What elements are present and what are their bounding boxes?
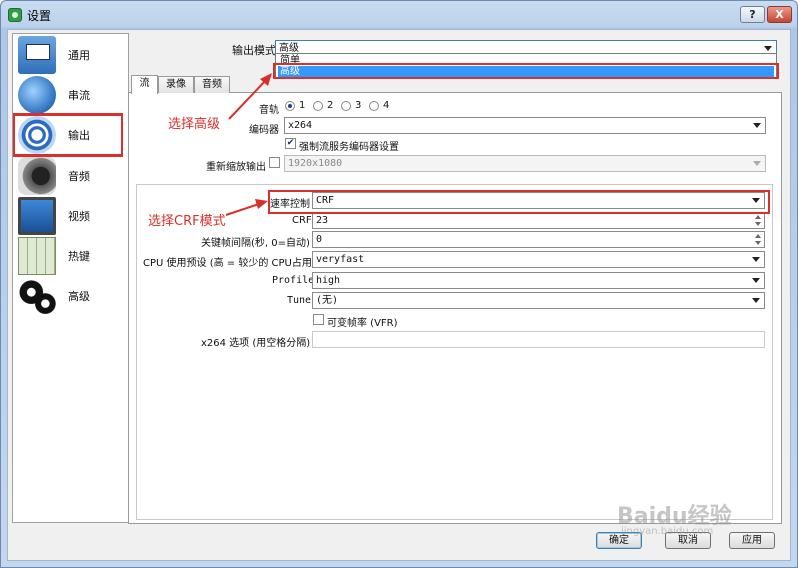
sidebar-item-output[interactable]: 输出 xyxy=(13,114,123,156)
rescale-resolution-value: 1920x1080 xyxy=(288,158,343,169)
enforce-encoder-checkbox[interactable]: ✔ xyxy=(285,138,296,149)
x264-options-input[interactable] xyxy=(312,331,765,348)
audio-track-radio-label: 3 xyxy=(355,100,362,111)
chevron-down-icon xyxy=(764,46,772,51)
encoder-label: 编码器 xyxy=(249,125,279,136)
sidebar-item-label: 音频 xyxy=(68,170,90,183)
tab-stream[interactable]: 流 xyxy=(131,75,158,94)
tune-select[interactable]: (无) xyxy=(312,292,765,309)
chevron-down-icon xyxy=(752,198,760,203)
audio-track-radio-label: 1 xyxy=(299,100,306,111)
globe-network-icon xyxy=(18,76,56,114)
sidebar-item-label: 视频 xyxy=(68,210,90,223)
title-bar: 设置 ? X xyxy=(1,1,797,29)
display-icon xyxy=(18,197,56,235)
profile-value: high xyxy=(316,275,341,286)
broadcast-antenna-icon xyxy=(18,116,56,154)
encoder-select[interactable]: x264 xyxy=(284,117,766,134)
sidebar-item-general[interactable]: 通用 xyxy=(14,35,125,75)
tab-audio[interactable]: 音频 xyxy=(194,76,230,93)
rate-control-label: 速率控制 xyxy=(270,199,310,210)
chevron-down-icon xyxy=(753,161,761,166)
sidebar-item-label: 高级 xyxy=(68,290,90,303)
spin-up-icon[interactable] xyxy=(755,215,761,219)
spin-up-icon[interactable] xyxy=(755,234,761,238)
spin-down-icon[interactable] xyxy=(755,222,761,226)
gears-icon xyxy=(18,277,56,315)
tune-value: (无) xyxy=(316,295,339,306)
sidebar-item-audio[interactable]: 音频 xyxy=(14,156,125,196)
keyframe-interval-spinbox[interactable]: 0 xyxy=(312,231,765,248)
audio-track-radio-3[interactable] xyxy=(341,101,351,111)
keyframe-interval-label: 关键帧间隔(秒, 0=自动) xyxy=(201,238,310,249)
cpu-preset-value: veryfast xyxy=(316,254,365,265)
watermark-url: jingyan.baidu.com xyxy=(621,526,714,537)
sidebar-item-label: 串流 xyxy=(68,89,90,102)
annotation-select-advanced: 选择高级 xyxy=(168,117,221,132)
sidebar-item-advanced[interactable]: 高级 xyxy=(14,276,125,316)
x264-options-label: x264 选项 (用空格分隔) xyxy=(201,338,311,349)
audio-track-radio-1[interactable] xyxy=(285,101,295,111)
sidebar-item-label: 热键 xyxy=(68,250,90,263)
chevron-down-icon xyxy=(752,278,760,283)
sidebar-item-label: 输出 xyxy=(68,129,90,142)
tab-recording[interactable]: 录像 xyxy=(158,76,194,93)
window-title: 设置 xyxy=(27,9,52,23)
audio-track-radio-label: 4 xyxy=(383,100,390,111)
keyboard-icon xyxy=(18,237,56,275)
rescale-output-label: 重新缩放输出 xyxy=(206,162,266,173)
chevron-down-icon xyxy=(752,298,760,303)
sidebar-item-video[interactable]: 视频 xyxy=(14,196,125,236)
sidebar-item-stream[interactable]: 串流 xyxy=(14,75,125,115)
crf-spinbox[interactable]: 23 xyxy=(312,212,765,229)
close-button[interactable]: X xyxy=(767,6,792,23)
rate-control-value: CRF xyxy=(316,195,335,206)
annotation-select-crf: 选择CRF模式 xyxy=(148,214,226,229)
audio-track-label: 音轨 xyxy=(259,105,279,116)
sidebar-item-label: 通用 xyxy=(68,49,90,62)
profile-label: Profile xyxy=(272,275,315,286)
enforce-encoder-label: 强制流服务编码器设置 xyxy=(299,142,399,153)
audio-track-radio-label: 2 xyxy=(327,100,334,111)
audio-track-radio-4[interactable] xyxy=(369,101,379,111)
crf-label: CRF xyxy=(292,215,312,226)
rate-control-select[interactable]: CRF xyxy=(312,192,765,209)
rescale-output-checkbox[interactable] xyxy=(269,157,280,168)
encoder-value: x264 xyxy=(288,120,313,131)
tune-label: Tune xyxy=(287,295,312,306)
vfr-label: 可变帧率 (VFR) xyxy=(327,318,398,329)
crf-value: 23 xyxy=(316,215,329,226)
sidebar-item-hotkeys[interactable]: 热键 xyxy=(14,236,125,276)
rescale-resolution-select[interactable]: 1920x1080 xyxy=(284,155,766,172)
apply-button[interactable]: 应用 xyxy=(729,532,775,549)
profile-select[interactable]: high xyxy=(312,272,765,289)
monitor-icon xyxy=(18,36,56,74)
app-icon xyxy=(8,8,22,22)
cpu-preset-select[interactable]: veryfast xyxy=(312,251,765,268)
audio-track-radio-2[interactable] xyxy=(313,101,323,111)
output-mode-label: 输出模式 xyxy=(232,44,276,57)
vfr-checkbox[interactable] xyxy=(313,314,324,325)
help-button[interactable]: ? xyxy=(740,6,765,23)
output-mode-dropdown: 简单 高级 xyxy=(275,53,777,79)
chevron-down-icon xyxy=(752,257,760,262)
keyframe-interval-value: 0 xyxy=(316,234,323,245)
chevron-down-icon xyxy=(753,123,761,128)
cpu-preset-label: CPU 使用预设 (高 = 较少的 CPU占用) xyxy=(143,258,316,269)
spin-down-icon[interactable] xyxy=(755,241,761,245)
speaker-icon xyxy=(18,157,56,195)
dropdown-option-advanced[interactable]: 高级 xyxy=(278,66,774,78)
